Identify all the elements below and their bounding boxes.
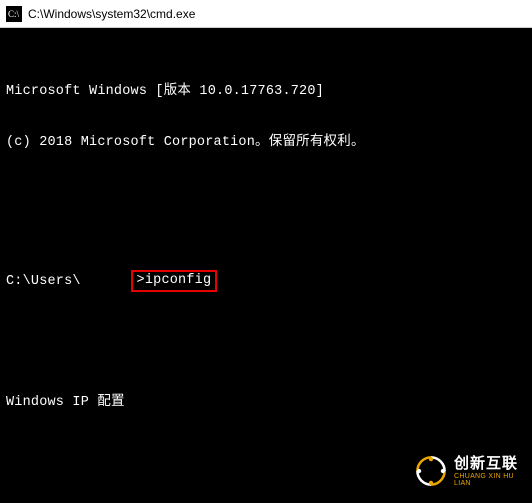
- redacted-username: [81, 273, 131, 290]
- watermark-cn: 创新互联: [454, 456, 520, 471]
- command-text: ipconfig: [145, 273, 211, 288]
- cmd-icon: C:\: [6, 6, 22, 22]
- blank-line: [6, 343, 526, 360]
- blank-line: [6, 496, 526, 503]
- watermark-logo-icon: [414, 454, 448, 488]
- prompt-gt: >: [137, 273, 145, 288]
- prompt-prefix: C:\Users\: [6, 273, 81, 290]
- window-title: C:\Windows\system32\cmd.exe: [28, 7, 195, 21]
- watermark-en: CHUANG XIN HU LIAN: [454, 473, 520, 487]
- prompt-line: C:\Users\ >ipconfig: [6, 270, 526, 292]
- window-titlebar: C:\ C:\Windows\system32\cmd.exe: [0, 0, 532, 28]
- ipconfig-title: Windows IP 配置: [6, 394, 526, 411]
- text-line: Microsoft Windows [版本 10.0.17763.720]: [6, 83, 526, 100]
- svg-text:C:\: C:\: [8, 9, 20, 19]
- terminal-output[interactable]: Microsoft Windows [版本 10.0.17763.720] (c…: [0, 28, 532, 503]
- blank-line: [6, 185, 526, 202]
- command-highlight: >ipconfig: [131, 270, 218, 292]
- watermark: 创新互联 CHUANG XIN HU LIAN: [408, 445, 526, 497]
- text-line: (c) 2018 Microsoft Corporation。保留所有权利。: [6, 134, 526, 151]
